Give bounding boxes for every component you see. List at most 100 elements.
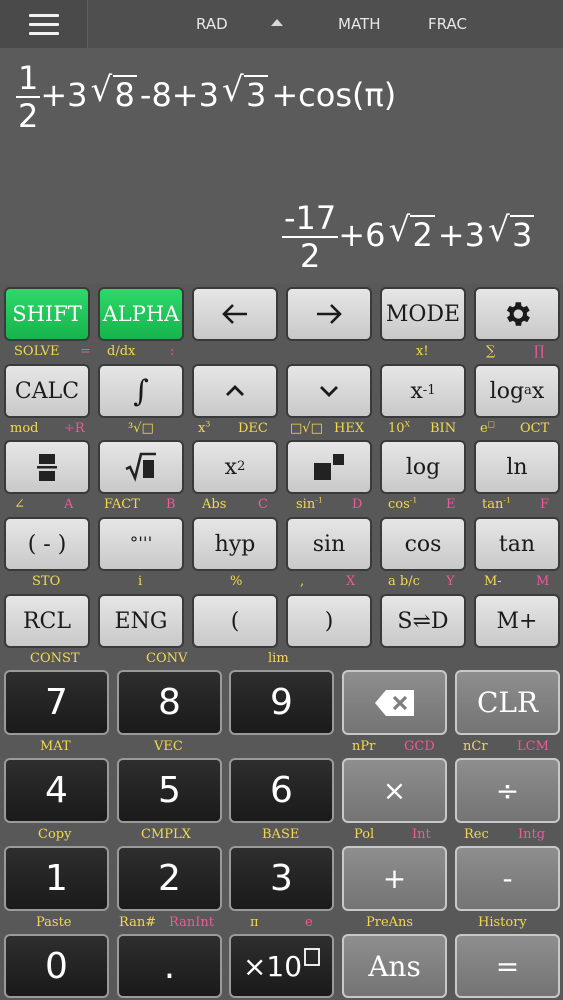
result-expression: -17 2 +6 √ 2 +3 √ 3	[282, 199, 535, 275]
eng-button[interactable]: ENG	[98, 594, 184, 648]
product-label: ∏	[534, 344, 545, 359]
var-a-label: A	[64, 497, 74, 512]
const-label: CONST	[30, 651, 80, 666]
clear-button[interactable]: CLR	[455, 670, 560, 735]
decimal-point-button[interactable]: .	[117, 934, 222, 998]
hyp-button[interactable]: hyp	[192, 517, 278, 571]
ln-button[interactable]: ln	[474, 440, 560, 494]
sqrt-button[interactable]	[98, 440, 184, 494]
cube-label: x3	[198, 419, 211, 436]
calc-button[interactable]: CALC	[4, 364, 90, 418]
sqrt-8: √ 8	[90, 70, 137, 114]
var-e-label: E	[446, 497, 456, 512]
mode-button[interactable]: MODE	[380, 287, 466, 341]
rcl-button[interactable]: RCL	[4, 594, 90, 648]
var-b-label: B	[166, 497, 176, 512]
digit-3-button[interactable]: 3	[229, 846, 334, 911]
sqrt-3-result: √ 3	[487, 210, 535, 254]
digit-8-button[interactable]: 8	[117, 670, 222, 735]
mod-label: mod	[10, 421, 39, 436]
power-button[interactable]	[286, 440, 372, 494]
inverse-button[interactable]: x -1	[380, 364, 466, 418]
random-label: Ran#	[119, 915, 157, 930]
ncr-label: nCr	[463, 739, 488, 754]
imaginary-label: i	[138, 574, 143, 589]
times-ten-power-button[interactable]: ×10	[229, 934, 334, 998]
chevron-down-icon	[320, 386, 338, 397]
dec-label: DEC	[238, 421, 268, 436]
digit-5-button[interactable]: 5	[117, 758, 222, 823]
multiply-button[interactable]: ×	[342, 758, 447, 823]
up-arrow-button[interactable]	[192, 364, 278, 418]
factorial-label: x!	[416, 344, 429, 359]
fraction-button[interactable]	[4, 440, 90, 494]
gcd-label: GCD	[404, 739, 435, 754]
backspace-icon	[374, 689, 414, 716]
negative-button[interactable]: ( - )	[4, 517, 90, 571]
sqrt-3: √ 3	[221, 70, 269, 114]
equal-small-label: =	[80, 344, 91, 359]
log-button[interactable]: log	[380, 440, 466, 494]
lcm-label: LCM	[517, 739, 549, 754]
div-remainder-label: ÷R	[64, 421, 85, 436]
digit-6-button[interactable]: 6	[229, 758, 334, 823]
sqrt-2: √ 2	[388, 210, 435, 254]
ans-button[interactable]: Ans	[342, 934, 447, 998]
alpha-button[interactable]: ALPHA	[98, 287, 184, 341]
right-arrow-button[interactable]	[286, 287, 372, 341]
abs-label: Abs	[202, 497, 227, 512]
digit-7-button[interactable]: 7	[4, 670, 109, 735]
square-button[interactable]: x2	[192, 440, 278, 494]
sum-label: ∑	[486, 344, 496, 359]
exp-label: e□	[480, 419, 496, 436]
settings-button[interactable]	[474, 287, 560, 341]
log-base-button[interactable]: log a x	[474, 364, 560, 418]
copy-label: Copy	[38, 827, 72, 842]
mat-label: MAT	[40, 739, 71, 754]
angle-mode-indicator[interactable]: RAD	[196, 15, 228, 33]
sto-label: STO	[32, 574, 61, 589]
integral-button[interactable]: ∫	[98, 364, 184, 418]
down-arrow-button[interactable]	[286, 364, 372, 418]
sqrt-icon	[125, 452, 156, 482]
gear-icon	[506, 302, 530, 326]
percent-label: %	[230, 574, 243, 589]
backspace-button[interactable]	[342, 670, 447, 735]
result-mode-indicator[interactable]: FRAC	[428, 15, 467, 33]
degrees-minutes-seconds-button[interactable]: °'''	[98, 517, 184, 571]
colon-label: :	[170, 344, 175, 359]
m-plus-button[interactable]: M+	[474, 594, 560, 648]
arccos-label: cos-1	[388, 495, 418, 512]
menu-button[interactable]	[0, 0, 88, 48]
digit-0-button[interactable]: 0	[4, 934, 109, 998]
left-arrow-button[interactable]	[192, 287, 278, 341]
close-paren-button[interactable]: )	[286, 594, 372, 648]
add-button[interactable]: +	[342, 846, 447, 911]
mixed-fraction-label: a b/c	[388, 574, 420, 589]
arrow-left-icon	[222, 304, 247, 324]
caret-up-icon[interactable]	[271, 19, 283, 26]
input-mode-indicator[interactable]: MATH	[338, 15, 380, 33]
cos-button[interactable]: cos	[380, 517, 466, 571]
tan-button[interactable]: tan	[474, 517, 560, 571]
digit-4-button[interactable]: 4	[4, 758, 109, 823]
arctan-label: tan-1	[482, 495, 511, 512]
shift-button[interactable]: SHIFT	[4, 287, 90, 341]
sin-button[interactable]: sin	[286, 517, 372, 571]
var-m-label: M	[536, 574, 550, 589]
lim-label: lim	[268, 651, 289, 666]
top-bar: RAD MATH FRAC	[0, 0, 563, 48]
equals-button[interactable]: =	[455, 934, 560, 998]
digit-2-button[interactable]: 2	[117, 846, 222, 911]
s-d-toggle-button[interactable]: S⇌D	[380, 594, 466, 648]
subtract-button[interactable]: -	[455, 846, 560, 911]
exponent-box-icon	[304, 948, 320, 966]
input-expression[interactable]: 1 2 +3 √ 8 -8+3 √ 3 +cos(π)	[16, 62, 396, 132]
var-c-label: C	[258, 497, 268, 512]
divide-button[interactable]: ÷	[455, 758, 560, 823]
digit-9-button[interactable]: 9	[229, 670, 334, 735]
digit-1-button[interactable]: 1	[4, 846, 109, 911]
factor-label: FACT	[104, 497, 140, 512]
open-paren-button[interactable]: (	[192, 594, 278, 648]
arcsin-label: sin-1	[296, 495, 323, 512]
